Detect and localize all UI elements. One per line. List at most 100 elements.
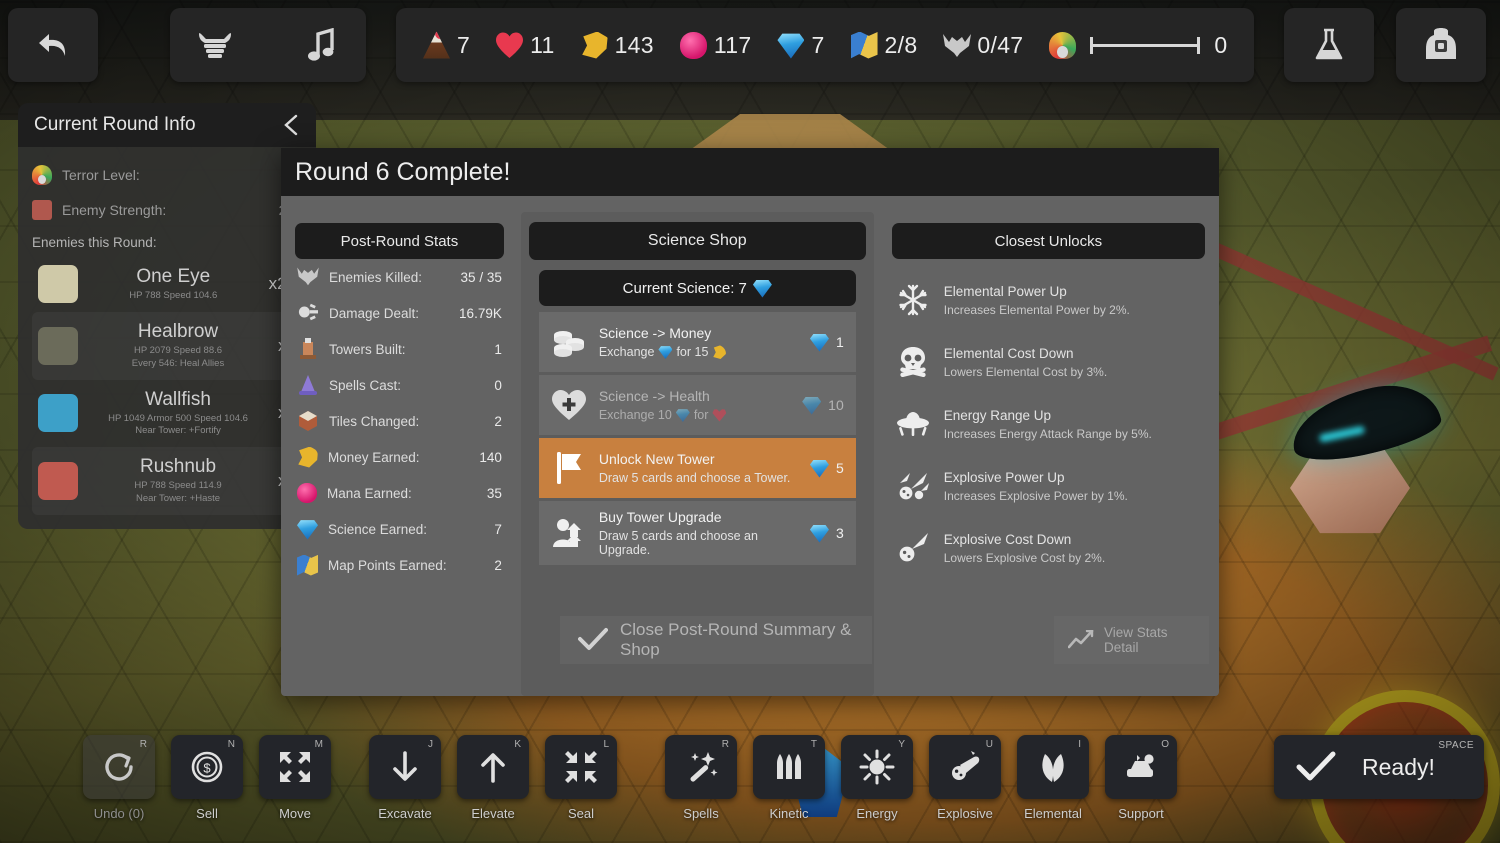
- resource-science: 7: [764, 32, 837, 59]
- tool-sell-box[interactable]: $ N: [171, 735, 243, 799]
- science-gem-icon: [809, 525, 829, 543]
- view-stats-detail-button[interactable]: View Stats Detail: [1054, 616, 1209, 664]
- helmet-icon[interactable]: [184, 16, 246, 74]
- tool-elevate[interactable]: K Elevate: [456, 735, 530, 821]
- tool-move-hotkey: M: [314, 739, 323, 750]
- resource-enemies: 0/47: [930, 32, 1036, 59]
- list-item[interactable]: Rushnub HP 788 Speed 114.9 Near Tower: +…: [32, 447, 302, 515]
- tool-spells[interactable]: R Spells: [664, 735, 738, 821]
- tool-kinetic-box[interactable]: T: [753, 735, 825, 799]
- tab-closest-unlocks[interactable]: Closest Unlocks: [891, 223, 1206, 259]
- list-item[interactable]: Wallfish HP 1049 Armor 500 Speed 104.6 N…: [32, 380, 302, 448]
- flag-icon: [551, 450, 587, 486]
- shop-item-science-to-money[interactable]: Science -> Money Exchange for 15 1: [538, 312, 856, 372]
- tool-kinetic-hotkey: T: [810, 739, 817, 750]
- tool-elemental[interactable]: I Elemental: [1016, 735, 1090, 821]
- chevron-left-icon[interactable]: [282, 114, 300, 136]
- tool-excavate-hotkey: J: [428, 739, 433, 750]
- arrow-down-icon: [393, 751, 417, 781]
- shop-item-buy-tower-upgrade[interactable]: Buy Tower Upgrade Draw 5 cards and choos…: [538, 501, 856, 565]
- tool-explosive-box[interactable]: U: [929, 735, 1001, 799]
- bomb-icon: [896, 531, 930, 565]
- list-item[interactable]: Healbrow HP 2079 Speed 88.6 Every 546: H…: [32, 312, 302, 380]
- unlock-energy-range-up: Energy Range Up Increases Energy Attack …: [892, 393, 1205, 455]
- unlock-title: Explosive Power Up: [943, 469, 1065, 485]
- stat-value: 140: [479, 449, 502, 465]
- tool-elevate-box[interactable]: K: [457, 735, 529, 799]
- enemy-info: Rushnub HP 788 Speed 114.9 Near Tower: +…: [90, 456, 266, 506]
- tool-spells-label: Spells: [683, 806, 719, 821]
- stat-map-points-earned: Map Points Earned: 2: [295, 547, 504, 583]
- science-gem-icon: [802, 397, 822, 415]
- dialog-header: Round 6 Complete!: [281, 148, 1219, 196]
- list-item[interactable]: One Eye HP 788 Speed 104.6 x27: [32, 256, 302, 312]
- tool-energy[interactable]: Y Energy: [840, 735, 914, 821]
- unlock-title: Elemental Cost Down: [943, 345, 1074, 361]
- undo-arrow-icon[interactable]: [22, 16, 84, 74]
- shop-item-desc-mid: for: [693, 408, 709, 422]
- backpack-icon[interactable]: [1410, 16, 1472, 74]
- science-gem-icon: [675, 409, 690, 422]
- stat-label: Money Earned:: [328, 449, 420, 465]
- topbar-tech-group: [1284, 8, 1375, 82]
- enemy-skull-icon: [943, 32, 972, 59]
- stat-value: 2: [494, 557, 502, 573]
- ready-button-label: Ready!: [1362, 753, 1435, 780]
- map-icon: [297, 554, 318, 576]
- tower-icon: [297, 338, 319, 360]
- unlock-text: Elemental Power Up Increases Elemental P…: [944, 284, 1130, 317]
- tool-seal[interactable]: L Seal: [544, 735, 618, 821]
- tool-sell[interactable]: $ N Sell: [170, 735, 244, 821]
- tool-kinetic[interactable]: T Kinetic: [752, 735, 826, 821]
- sidebar-title: Current Round Info: [34, 114, 196, 135]
- ready-button[interactable]: Ready! SPACE: [1274, 735, 1484, 799]
- tool-excavate-box[interactable]: J: [369, 735, 441, 799]
- stat-value: 16.79K: [459, 305, 502, 321]
- sidebar-stat-enemy-strength: Enemy Strength: 260: [32, 192, 302, 227]
- terror-slider[interactable]: [1090, 36, 1201, 54]
- stat-value: 35: [486, 485, 502, 501]
- tool-excavate[interactable]: J Excavate: [368, 735, 442, 821]
- tool-undo-box[interactable]: R: [83, 735, 155, 799]
- support-icon: [1127, 754, 1154, 777]
- tool-energy-label: Energy: [856, 806, 898, 821]
- check-icon: [578, 627, 608, 653]
- tool-elemental-hotkey: I: [1078, 739, 1081, 750]
- tool-support[interactable]: O Support: [1104, 735, 1178, 821]
- science-gem-icon: [809, 334, 829, 352]
- tab-post-round-stats[interactable]: Post-Round Stats: [295, 223, 504, 259]
- terror-value: 0: [1214, 31, 1228, 58]
- tool-undo[interactable]: R Undo (0): [82, 735, 156, 821]
- shop-item-science-to-health[interactable]: Science -> Health Exchange 10 for 10: [538, 375, 856, 435]
- stat-value: 0: [494, 377, 502, 393]
- tool-support-box[interactable]: O: [1105, 735, 1177, 799]
- shop-item-desc: Draw 5 cards and choose a Tower.: [598, 471, 791, 485]
- health-value: 11: [530, 31, 555, 58]
- flask-icon[interactable]: [1298, 16, 1360, 74]
- tool-explosive[interactable]: U Explosive: [928, 735, 1002, 821]
- tool-spells-box[interactable]: R: [665, 735, 737, 799]
- tool-energy-box[interactable]: Y: [841, 735, 913, 799]
- shop-item-cost: 5: [809, 459, 844, 478]
- post-round-summary-dialog: Round 6 Complete! Post-Round Stats Enemi…: [281, 148, 1219, 696]
- avatar: [38, 394, 78, 433]
- music-note-icon[interactable]: [290, 16, 352, 74]
- damage-icon: [297, 302, 319, 324]
- shop-item-text: Science -> Health Exchange 10 for: [599, 388, 790, 422]
- stat-enemies-killed: Enemies Killed: 35 / 35: [295, 259, 504, 295]
- resource-volcano: 7: [410, 31, 483, 59]
- map-points-value: 2/8: [884, 31, 918, 58]
- resource-map-points: 2/8: [838, 31, 931, 59]
- tool-seal-box[interactable]: L: [545, 735, 617, 799]
- tool-move-box[interactable]: M: [259, 735, 331, 799]
- avatar: [38, 265, 78, 303]
- tool-move[interactable]: M Move: [258, 735, 332, 821]
- tool-elemental-box[interactable]: I: [1017, 735, 1089, 799]
- view-stats-detail-label: View Stats Detail: [1104, 625, 1168, 655]
- close-summary-button[interactable]: Close Post-Round Summary & Shop: [560, 616, 872, 664]
- tab-science-shop[interactable]: Science Shop: [528, 222, 866, 260]
- tool-explosive-label: Explosive: [937, 806, 993, 821]
- stat-spells-cast: Spells Cast: 0: [295, 367, 504, 403]
- stat-label: Enemies Killed:: [329, 269, 423, 285]
- shop-item-unlock-new-tower[interactable]: Unlock New Tower Draw 5 cards and choose…: [538, 438, 856, 498]
